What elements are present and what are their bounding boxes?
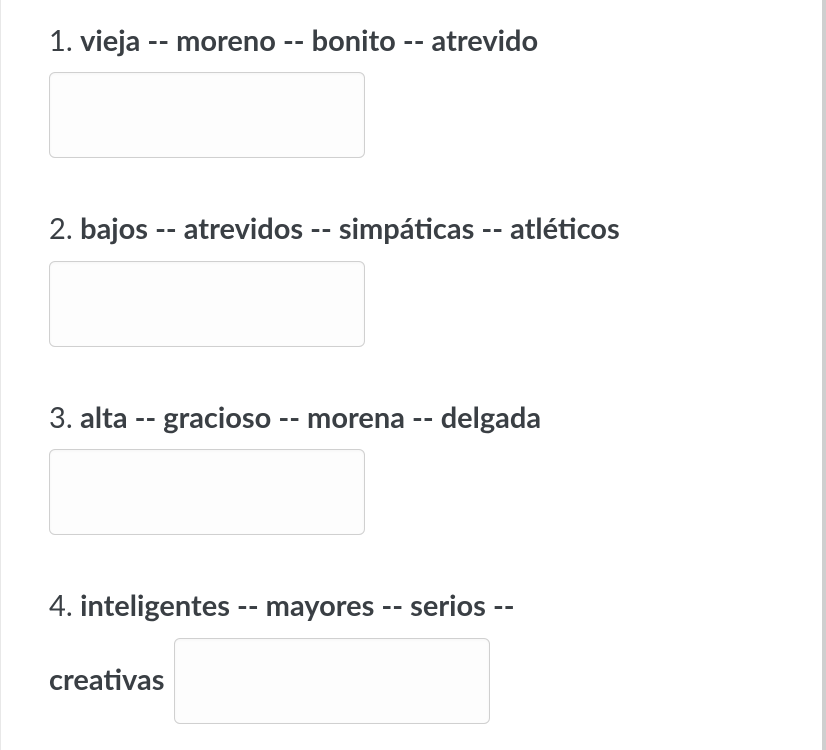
question-2: 2. bajos -- atrevidos -- simpáticas -- a…	[49, 206, 774, 346]
question-4-prompt-part2: creativas	[49, 657, 164, 703]
answer-input-3[interactable]	[49, 449, 365, 535]
question-4-text-line1: 4. inteligentes -- mayores -- serios --	[49, 583, 774, 629]
question-2-text: 2. bajos -- atrevidos -- simpáticas -- a…	[49, 206, 774, 252]
question-1-text: 1. vieja -- moreno -- bonito -- atrevido	[49, 18, 774, 64]
question-3-prompt: alta -- gracioso -- morena -- delgada	[80, 400, 541, 435]
question-4-text-line2: creativas	[49, 638, 774, 724]
question-3: 3. alta -- gracioso -- morena -- delgada	[49, 395, 774, 535]
question-2-number: 2.	[49, 211, 73, 246]
question-3-number: 3.	[49, 400, 73, 435]
answer-input-2[interactable]	[49, 261, 365, 347]
question-1: 1. vieja -- moreno -- bonito -- atrevido	[49, 18, 774, 158]
question-3-text: 3. alta -- gracioso -- morena -- delgada	[49, 395, 774, 441]
question-2-prompt: bajos -- atrevidos -- simpáticas -- atlé…	[80, 211, 620, 246]
answer-input-1[interactable]	[49, 72, 365, 158]
question-1-number: 1.	[49, 23, 73, 58]
question-4-prompt-part1: inteligentes -- mayores -- serios --	[80, 588, 515, 623]
worksheet-container: 1. vieja -- moreno -- bonito -- atrevido…	[0, 0, 826, 750]
question-4: 4. inteligentes -- mayores -- serios -- …	[49, 583, 774, 723]
answer-input-4[interactable]	[174, 638, 490, 724]
question-4-number: 4.	[49, 588, 73, 623]
question-1-prompt: vieja -- moreno -- bonito -- atrevido	[80, 23, 538, 58]
